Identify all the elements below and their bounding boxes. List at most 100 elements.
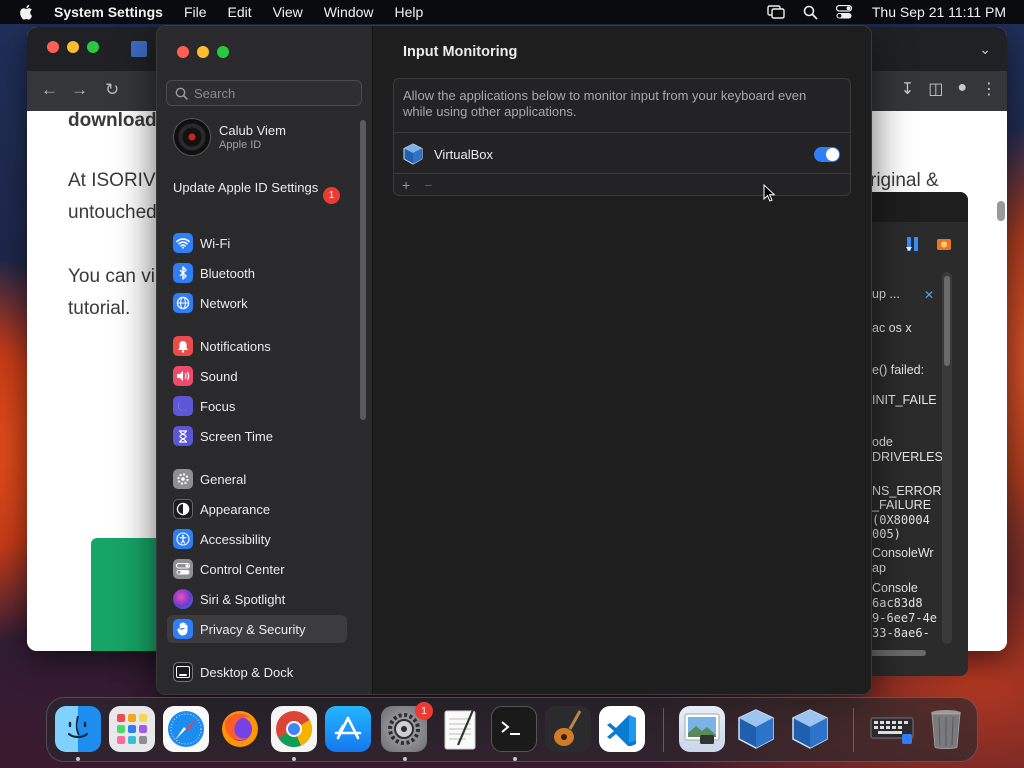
sidepanel-icon[interactable]: ◫ — [928, 79, 943, 99]
remove-app-button[interactable]: − — [424, 177, 432, 193]
app-store-icon[interactable] — [325, 706, 371, 752]
account-name: Calub Viem — [219, 123, 286, 138]
garageband-icon[interactable] — [545, 706, 591, 752]
menu-view[interactable]: View — [273, 4, 303, 20]
firefox-icon[interactable] — [217, 706, 263, 752]
log-line: ConsoleWr — [872, 546, 934, 560]
search-icon — [175, 87, 188, 100]
tab-search-chevron-icon[interactable]: ⌄ — [979, 41, 991, 58]
log-line: 9-6ee7-4e — [872, 611, 938, 625]
page-text-line: tutorial. — [68, 298, 131, 319]
wifi-icon — [173, 233, 193, 253]
preview-icon[interactable] — [679, 706, 725, 752]
sidebar-item-label: Sound — [200, 368, 238, 384]
sidebar-item-bluetooth[interactable]: Bluetooth — [167, 259, 347, 287]
virtualbox-permission-toggle[interactable] — [814, 146, 840, 162]
moon-icon — [173, 396, 193, 416]
search-input[interactable]: Search — [166, 80, 362, 106]
sidebar-item-label: Privacy & Security — [200, 621, 306, 637]
menu-window[interactable]: Window — [324, 4, 374, 20]
log-line: _FAILURE — [872, 498, 932, 512]
minimize-button[interactable] — [197, 46, 209, 58]
apple-icon[interactable] — [18, 3, 36, 21]
app-row-virtualbox[interactable]: VirtualBox — [402, 141, 840, 167]
sidebar-item-network[interactable]: Network — [167, 289, 347, 317]
sidebar-item-general[interactable]: General — [167, 465, 347, 493]
page-text-line: At ISORIV — [68, 170, 156, 191]
menu-app-name[interactable]: System Settings — [54, 4, 163, 20]
control-center-icon[interactable] — [835, 5, 852, 19]
sort-icon[interactable] — [906, 236, 920, 257]
zoom-button[interactable] — [87, 41, 99, 53]
close-message-icon[interactable]: ✕ — [924, 288, 934, 302]
zoom-button[interactable] — [217, 46, 229, 58]
menu-edit[interactable]: Edit — [228, 4, 252, 20]
sidebar-scrollbar[interactable] — [360, 120, 366, 420]
close-button[interactable] — [177, 46, 189, 58]
profile-icon[interactable]: ● — [957, 79, 967, 99]
log-scrollbar[interactable] — [942, 272, 952, 644]
sidebar-item-sound[interactable]: Sound — [167, 362, 347, 390]
sidebar-item-label: Network — [200, 295, 248, 311]
siri-icon — [173, 589, 193, 609]
update-apple-id-settings[interactable]: Update Apple ID Settings — [173, 180, 323, 196]
notification-badge: 1 — [323, 187, 340, 204]
settings-main-pane: Input Monitoring Allow the applications … — [373, 26, 871, 694]
log-line: e() failed: — [872, 363, 925, 377]
textedit-icon[interactable] — [437, 706, 483, 752]
bluetooth-icon — [173, 263, 193, 283]
minimize-button[interactable] — [67, 41, 79, 53]
speaker-icon — [173, 366, 193, 386]
sidebar-item-siri-spotlight[interactable]: Siri & Spotlight — [167, 585, 347, 613]
virtualbox-icon[interactable] — [733, 706, 779, 752]
safari-icon[interactable] — [163, 706, 209, 752]
mouse-pointer-icon — [763, 184, 775, 202]
input-monitoring-description: Allow the applications below to monitor … — [403, 88, 807, 119]
forward-arrow-icon[interactable]: → — [71, 80, 88, 100]
accessibility-icon — [173, 529, 193, 549]
log-line: ap — [872, 561, 886, 575]
menu-help[interactable]: Help — [395, 4, 424, 20]
running-indicator — [76, 757, 80, 761]
sidebar-item-wifi[interactable]: Wi-Fi — [167, 229, 347, 257]
sidebar-item-privacy-security[interactable]: Privacy & Security — [167, 615, 347, 643]
vscode-icon[interactable] — [599, 706, 645, 752]
chrome-icon[interactable] — [271, 706, 317, 752]
sidebar-item-accessibility[interactable]: Accessibility — [167, 525, 347, 553]
avatar — [173, 118, 211, 156]
tab-favicon-icon[interactable] — [131, 41, 147, 57]
sidebar-item-label: Desktop & Dock — [200, 664, 294, 680]
app-action-icon[interactable] — [936, 236, 952, 257]
close-button[interactable] — [47, 41, 59, 53]
reload-icon[interactable]: ↻ — [105, 80, 119, 100]
account-subtitle: Apple ID — [219, 139, 262, 151]
sidebar-item-focus[interactable]: Focus — [167, 392, 347, 420]
sidebar-item-notifications[interactable]: Notifications — [167, 332, 347, 360]
virtualbox-log-window: up ... ✕ ac os x e() failed: INIT_FAILE … — [860, 192, 968, 676]
sidebar-item-screen-time[interactable]: Screen Time — [167, 422, 347, 450]
spotlight-search-icon[interactable] — [803, 5, 818, 20]
running-indicator — [292, 757, 296, 761]
back-arrow-icon[interactable]: ← — [41, 80, 58, 100]
menu-file[interactable]: File — [184, 4, 207, 20]
sidebar-item-label: Screen Time — [200, 428, 273, 444]
terminal-icon[interactable] — [491, 706, 537, 752]
download-icon[interactable]: ↧ — [901, 79, 914, 99]
appearance-icon — [173, 499, 193, 519]
sidebar-item-desktop-dock[interactable]: Desktop & Dock — [167, 658, 347, 686]
launchpad-icon[interactable] — [109, 706, 155, 752]
page-text-line: untouched — [68, 202, 157, 223]
sidebar-item-appearance[interactable]: Appearance — [167, 495, 347, 523]
sidebar-item-control-center[interactable]: Control Center — [167, 555, 347, 583]
finder-icon[interactable] — [55, 706, 101, 752]
page-scrollbar[interactable] — [997, 201, 1005, 221]
virtualbox-icon[interactable] — [787, 706, 833, 752]
screen-mirroring-icon[interactable] — [767, 5, 785, 19]
apple-id-account[interactable]: Calub Viem Apple ID — [173, 118, 286, 156]
log-line: ac os x — [872, 321, 912, 335]
menu-clock[interactable]: Thu Sep 21 11:11 PM — [872, 4, 1006, 20]
more-menu-icon[interactable]: ⋮ — [981, 79, 997, 99]
keyboard-viewer-icon[interactable] — [869, 706, 915, 752]
add-app-button[interactable]: + — [402, 177, 410, 193]
trash-icon[interactable] — [923, 706, 969, 752]
